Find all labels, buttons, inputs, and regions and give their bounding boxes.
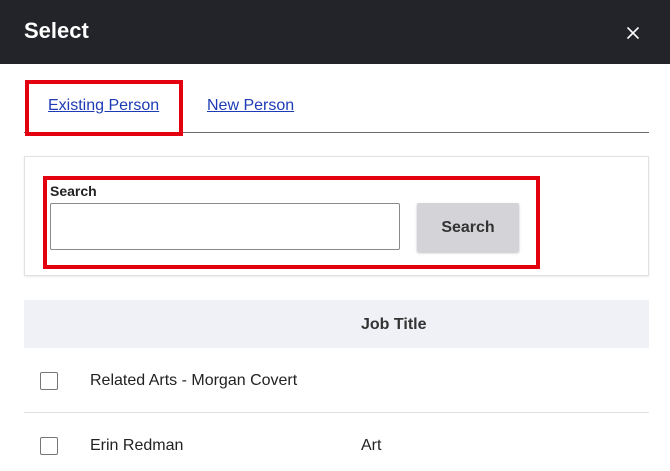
table-row: Erin Redman Art [24, 413, 649, 471]
close-icon[interactable] [620, 20, 646, 46]
tab-new-person[interactable]: New Person [207, 96, 294, 116]
person-name: Related Arts - Morgan Covert [90, 372, 298, 389]
tab-existing-person[interactable]: Existing Person [48, 96, 159, 116]
row-checkbox[interactable] [40, 437, 58, 455]
column-header-job-title: Job Title [361, 316, 427, 333]
search-input[interactable] [50, 203, 400, 250]
table-header: Job Title [24, 300, 649, 348]
person-name: Erin Redman [90, 437, 184, 454]
tab-bar: Existing Person New Person [24, 64, 649, 136]
table-row: Related Arts - Morgan Covert [24, 348, 649, 413]
person-job-title: Art [361, 437, 382, 454]
search-panel: Search Search [24, 156, 649, 276]
row-checkbox[interactable] [40, 372, 58, 390]
search-label: Search [50, 183, 97, 199]
dialog-titlebar: Select [0, 0, 670, 64]
dialog-title: Select [24, 18, 89, 43]
select-dialog: Select Existing Person New Person Search… [0, 0, 670, 471]
people-table: Job Title Related Arts - Morgan Covert E… [24, 300, 649, 471]
search-button[interactable]: Search [417, 203, 519, 252]
